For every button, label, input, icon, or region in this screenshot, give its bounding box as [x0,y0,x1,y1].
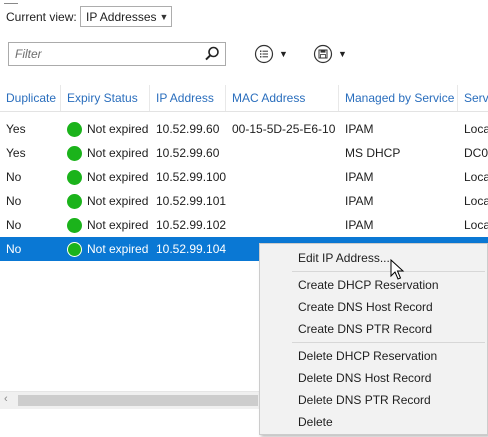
cell-server: DC0 [464,146,488,160]
mouse-pointer-icon [390,259,405,280]
cell-mac-address [226,213,339,237]
cell-managed-by-service: IPAM [345,194,374,208]
menu-item-delete[interactable]: Delete [298,412,333,432]
table-row[interactable]: No Not expired 10.52.99.100 IPAM Loca [0,165,488,189]
current-view-label: Current view: [6,10,77,24]
cell-duplicate: No [6,242,22,256]
menu-item-edit-ip-address[interactable]: Edit IP Address... [298,248,390,268]
table-row[interactable]: No Not expired 10.52.99.102 IPAM Loca [0,213,488,237]
cell-duplicate: Yes [6,122,26,136]
status-text: Not expired [87,170,149,184]
cell-managed-by-service: MS DHCP [345,146,401,160]
cell-duplicate: Yes [6,146,26,160]
column-header-managed-by-service[interactable]: Managed by Service [339,85,458,111]
chevron-down-icon: ▼ [279,49,288,59]
save-query-button[interactable]: ▼ [313,43,347,65]
status-text: Not expired [87,242,149,256]
list-options-button[interactable]: ▼ [254,43,288,65]
menu-item-delete-dns-host-record[interactable]: Delete DNS Host Record [298,368,431,388]
cell-expiry-status: Not expired [61,165,152,189]
cell-expiry-status: Not expired [61,213,152,237]
cell-managed-by-service: IPAM [345,122,374,136]
cell-expiry-status: Not expired [61,237,152,261]
menu-item-delete-dns-ptr-record[interactable]: Delete DNS PTR Record [298,390,431,410]
status-ok-icon [67,241,82,257]
menu-item-create-dns-host-record[interactable]: Create DNS Host Record [298,297,433,317]
current-view-select[interactable]: IP Addresses ▼ [80,6,172,27]
cell-mac-address [226,141,339,165]
current-view-value: IP Addresses [86,9,157,24]
menu-item-delete-dhcp-reservation[interactable]: Delete DHCP Reservation [298,346,437,366]
cell-server: Loca [464,218,488,232]
status-text: Not expired [87,194,149,208]
cell-ip-address: 10.52.99.102 [156,218,227,232]
status-ok-icon [67,217,82,233]
cell-mac-address [226,189,339,213]
cell-ip-address: 10.52.99.104 [156,242,227,256]
table-row[interactable]: Yes Not expired 10.52.99.60 00-15-5D-25-… [0,117,488,141]
table-row[interactable]: No Not expired 10.52.99.101 IPAM Loca [0,189,488,213]
chevron-down-icon: ▼ [159,11,169,22]
table-row[interactable]: Yes Not expired 10.52.99.60 MS DHCP DC0 [0,141,488,165]
chevron-down-icon: ▼ [338,49,347,59]
save-icon [313,44,333,64]
menu-item-create-dhcp-reservation[interactable]: Create DHCP Reservation [298,275,439,295]
status-ok-icon [67,145,82,161]
cell-mac-address [226,165,339,189]
menu-separator [292,271,485,272]
cell-managed-by-service: IPAM [345,218,374,232]
cell-server: Loca [464,170,488,184]
filter-input[interactable] [13,43,203,65]
cell-expiry-status: Not expired [61,117,152,141]
cell-ip-address: 10.52.99.60 [156,146,220,160]
status-ok-icon [67,193,82,209]
status-text: Not expired [87,122,149,136]
cell-expiry-status: Not expired [61,141,152,165]
cell-ip-address: 10.52.99.100 [156,170,227,184]
column-header-server[interactable]: Serv [458,85,488,111]
filter-box[interactable] [8,42,226,66]
cropped-top-strip [0,0,488,4]
grid-header: Duplicate Expiry Status IP Address MAC A… [0,85,488,112]
cell-expiry-status: Not expired [61,189,152,213]
column-header-duplicate[interactable]: Duplicate [0,85,61,111]
cell-duplicate: No [6,218,22,232]
cell-ip-address: 10.52.99.101 [156,194,227,208]
menu-item-create-dns-ptr-record[interactable]: Create DNS PTR Record [298,319,432,339]
scrollbar-thumb[interactable] [18,395,258,406]
cell-ip-address: 10.52.99.60 [156,122,220,136]
status-ok-icon [67,169,82,185]
column-header-ip-address[interactable]: IP Address [150,85,226,111]
cell-duplicate: No [6,194,22,208]
list-icon [254,44,274,64]
cell-server: Loca [464,194,488,208]
column-header-mac-address[interactable]: MAC Address [226,85,339,111]
context-menu: Edit IP Address... Create DHCP Reservati… [259,243,488,435]
cell-managed-by-service: IPAM [345,170,374,184]
column-header-expiry-status[interactable]: Expiry Status [61,85,150,111]
status-text: Not expired [87,218,149,232]
scroll-left-arrow-icon[interactable]: ‹ [4,393,8,405]
status-ok-icon [67,121,82,137]
menu-separator [292,342,485,343]
cell-server: Loca [464,122,488,136]
cell-duplicate: No [6,170,22,184]
magnifier-icon[interactable] [203,45,221,63]
cell-mac-address: 00-15-5D-25-E6-10 [232,122,336,136]
status-text: Not expired [87,146,149,160]
